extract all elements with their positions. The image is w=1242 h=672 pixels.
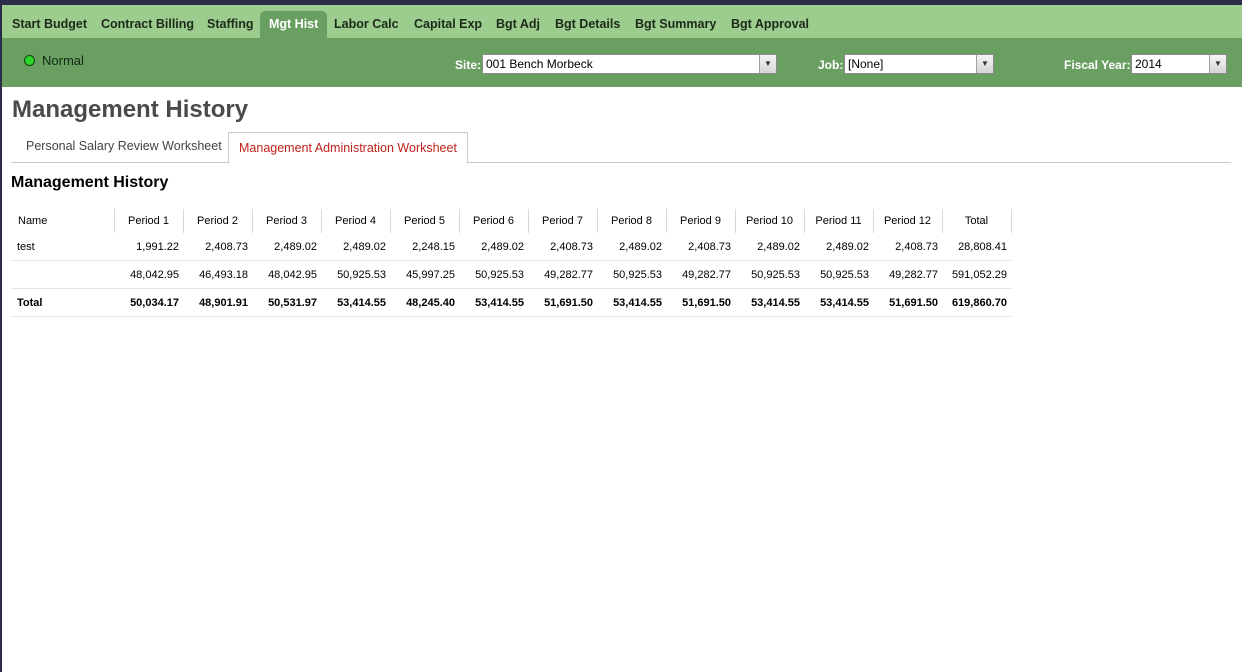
column-header-period-5[interactable]: Period 5	[390, 209, 460, 233]
table-cell: 48,245.40	[390, 288, 459, 317]
table-row: 48,042.95 46,493.18 48,042.95 50,925.53 …	[11, 260, 1011, 289]
table-cell: 2,248.15	[390, 233, 459, 261]
table-cell: 51,691.50	[666, 288, 735, 317]
main-nav: Start Budget Contract Billing Staffing M…	[2, 5, 1242, 39]
chevron-down-icon[interactable]: ▼	[759, 55, 776, 73]
table-cell: 50,925.53	[459, 260, 528, 289]
nav-mgt-hist[interactable]: Mgt Hist	[260, 11, 328, 38]
chevron-down-icon[interactable]: ▼	[976, 55, 993, 73]
table-cell: 2,489.02	[804, 233, 873, 261]
table-cell-total: 28,808.41	[942, 233, 1011, 261]
window-left-border	[0, 5, 2, 672]
fiscal-year-label: Fiscal Year:	[1064, 58, 1131, 72]
status-indicator-icon	[24, 55, 35, 66]
table-header-row: Name Period 1 Period 2 Period 3 Period 4…	[11, 209, 1012, 233]
table-cell: 50,925.53	[597, 260, 666, 289]
column-header-period-11[interactable]: Period 11	[804, 209, 874, 233]
table-cell: 2,408.73	[666, 233, 735, 261]
site-select-value: 001 Bench Morbeck	[486, 57, 593, 71]
column-header-name[interactable]: Name	[11, 209, 115, 233]
table-cell: 2,408.73	[183, 233, 252, 261]
table-row: test 1,991.22 2,408.73 2,489.02 2,489.02…	[11, 233, 1011, 261]
table-cell: 51,691.50	[528, 288, 597, 317]
nav-staffing[interactable]: Staffing	[198, 11, 263, 38]
column-header-period-1[interactable]: Period 1	[114, 209, 184, 233]
tab-personal-salary-review[interactable]: Personal Salary Review Worksheet	[14, 131, 234, 162]
table-cell-name	[11, 260, 114, 289]
table-cell: 2,489.02	[459, 233, 528, 261]
table-cell: 48,042.95	[114, 260, 183, 289]
table-cell: 50,925.53	[321, 260, 390, 289]
column-header-period-2[interactable]: Period 2	[183, 209, 253, 233]
nav-capital-exp[interactable]: Capital Exp	[405, 11, 491, 38]
job-select-value: [None]	[848, 57, 884, 71]
nav-bgt-adj[interactable]: Bgt Adj	[487, 11, 549, 38]
table-cell: 48,901.91	[183, 288, 252, 317]
column-header-period-4[interactable]: Period 4	[321, 209, 391, 233]
nav-contract-billing[interactable]: Contract Billing	[92, 11, 203, 38]
fiscal-year-select[interactable]: 2014 ▼	[1131, 54, 1227, 74]
column-header-period-8[interactable]: Period 8	[597, 209, 667, 233]
table-cell: 53,414.55	[459, 288, 528, 317]
nav-bgt-summary[interactable]: Bgt Summary	[626, 11, 725, 38]
nav-start-budget[interactable]: Start Budget	[3, 11, 96, 38]
column-header-period-10[interactable]: Period 10	[735, 209, 805, 233]
table-cell: 50,925.53	[804, 260, 873, 289]
table-cell: 50,034.17	[114, 288, 183, 317]
table-cell: 1,991.22	[114, 233, 183, 261]
table-cell: 50,531.97	[252, 288, 321, 317]
nav-labor-calc[interactable]: Labor Calc	[325, 11, 408, 38]
table-cell: 2,408.73	[873, 233, 942, 261]
table-cell: 2,489.02	[321, 233, 390, 261]
column-header-total[interactable]: Total	[942, 209, 1012, 233]
filter-toolbar: Normal Site: 001 Bench Morbeck ▼ Job: [N…	[2, 38, 1242, 87]
nav-bgt-details[interactable]: Bgt Details	[546, 11, 629, 38]
table-cell: 53,414.55	[735, 288, 804, 317]
table-cell: 2,489.02	[597, 233, 666, 261]
site-select[interactable]: 001 Bench Morbeck ▼	[482, 54, 777, 74]
fiscal-year-select-value: 2014	[1135, 57, 1162, 71]
column-header-period-7[interactable]: Period 7	[528, 209, 598, 233]
status-text: Normal	[42, 53, 84, 68]
table-cell-total: 591,052.29	[942, 260, 1011, 289]
table-cell: 53,414.55	[804, 288, 873, 317]
table-cell: 50,925.53	[735, 260, 804, 289]
table-total-row: Total 50,034.17 48,901.91 50,531.97 53,4…	[11, 288, 1011, 317]
management-history-table: Name Period 1 Period 2 Period 3 Period 4…	[11, 209, 1012, 317]
table-cell: 51,691.50	[873, 288, 942, 317]
section-title: Management History	[11, 174, 169, 191]
table-cell: 53,414.55	[321, 288, 390, 317]
table-cell: 48,042.95	[252, 260, 321, 289]
table-cell-name: test	[11, 233, 114, 261]
tab-management-administration[interactable]: Management Administration Worksheet	[228, 132, 468, 164]
column-header-period-3[interactable]: Period 3	[252, 209, 322, 233]
table-cell: 49,282.77	[873, 260, 942, 289]
table-cell: 49,282.77	[528, 260, 597, 289]
page-title: Management History	[12, 96, 249, 123]
tabs-divider	[11, 162, 1231, 163]
table-cell: 2,408.73	[528, 233, 597, 261]
table-cell: 53,414.55	[597, 288, 666, 317]
table-cell: 2,489.02	[252, 233, 321, 261]
column-header-period-9[interactable]: Period 9	[666, 209, 736, 233]
table-cell: 49,282.77	[666, 260, 735, 289]
column-header-period-6[interactable]: Period 6	[459, 209, 529, 233]
table-cell: 2,489.02	[735, 233, 804, 261]
table-cell: 45,997.25	[390, 260, 459, 289]
nav-bgt-approval[interactable]: Bgt Approval	[722, 11, 818, 38]
column-header-period-12[interactable]: Period 12	[873, 209, 943, 233]
table-cell-name: Total	[11, 288, 114, 317]
table-cell: 46,493.18	[183, 260, 252, 289]
job-select[interactable]: [None] ▼	[844, 54, 994, 74]
chevron-down-icon[interactable]: ▼	[1209, 55, 1226, 73]
job-label: Job:	[818, 58, 844, 72]
site-label: Site:	[455, 58, 482, 72]
table-cell-total: 619,860.70	[942, 288, 1011, 317]
